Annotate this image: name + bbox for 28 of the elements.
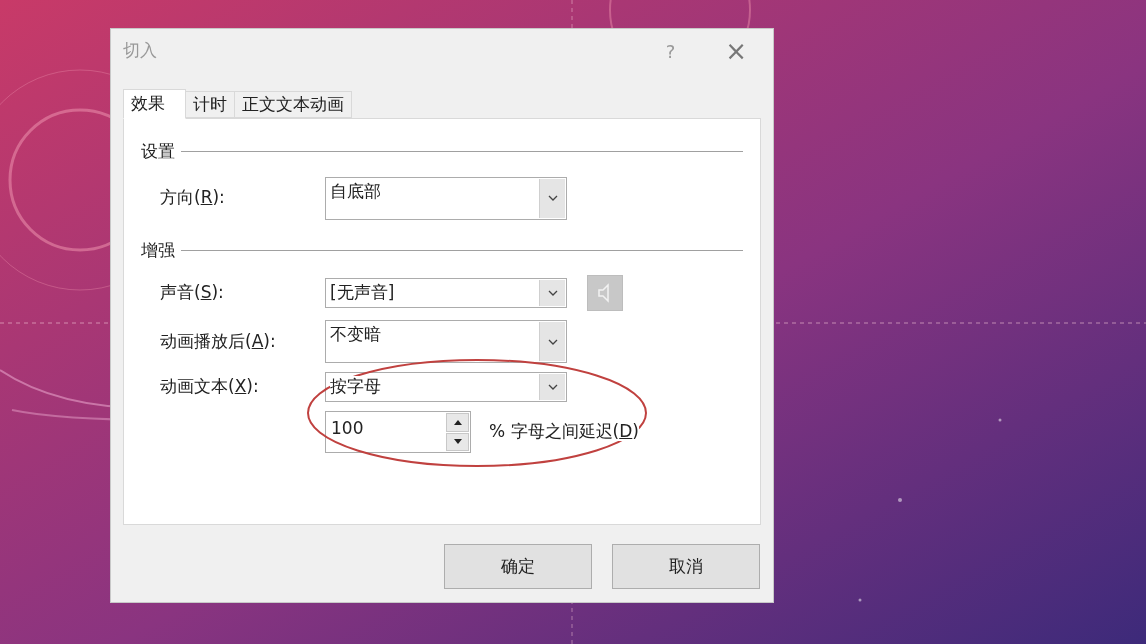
window-title: 切入: [123, 39, 157, 63]
field-label: 动画播放后(A):: [160, 330, 276, 351]
chevron-down-icon: [546, 194, 559, 202]
chevron-down-icon: [546, 383, 559, 391]
tab[interactable]: 效果: [123, 89, 186, 119]
dialog-button[interactable]: 确定: [444, 544, 592, 589]
field-label: 方向(R):: [160, 187, 225, 208]
dropdown-field[interactable]: 自底部: [325, 176, 567, 220]
increment-button[interactable]: [446, 413, 469, 432]
dropdown-field[interactable]: [无声音]: [325, 278, 567, 308]
triangle-down-icon: [453, 439, 462, 445]
close-button[interactable]: ×: [725, 38, 747, 64]
dropdown-field[interactable]: 按字母: [325, 372, 567, 402]
group-heading: 增强: [141, 238, 175, 262]
dropdown-field[interactable]: 不变暗: [325, 320, 567, 363]
delay-label: % 字母之间延迟(D): [489, 421, 639, 442]
group-heading: 设置: [141, 140, 175, 163]
speaker-icon: [598, 282, 612, 304]
chevron-down-icon: [546, 337, 559, 346]
chevron-down-icon: [546, 289, 559, 297]
tab[interactable]: 正文文本动画: [235, 91, 352, 118]
dialog-button[interactable]: 取消: [612, 544, 760, 589]
decrement-button[interactable]: [446, 432, 469, 451]
tab[interactable]: 计时: [186, 91, 235, 118]
field-label: 动画文本(X):: [160, 376, 259, 397]
field-label: 声音(S):: [160, 282, 224, 303]
triangle-up-icon: [453, 419, 462, 425]
number-spinner-field[interactable]: 100: [325, 411, 471, 453]
